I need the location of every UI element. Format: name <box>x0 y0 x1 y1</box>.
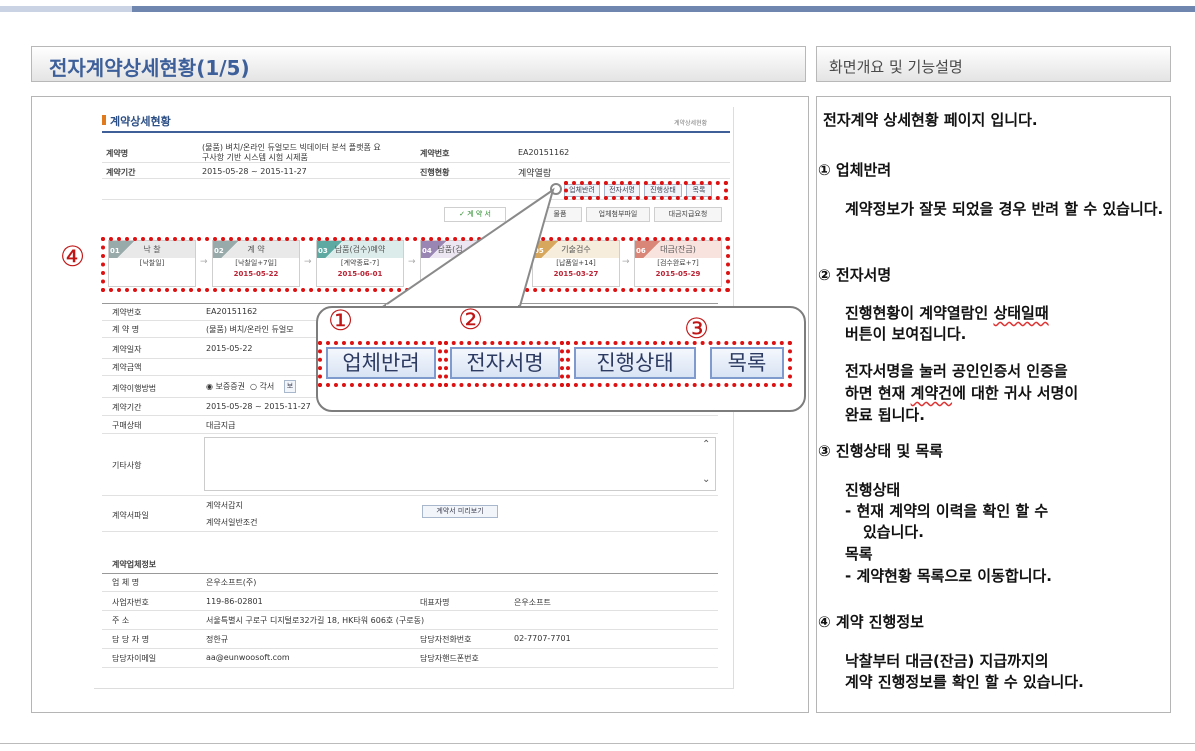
sign-button[interactable]: 전자서명 <box>450 347 560 379</box>
list-button[interactable]: 목록 <box>710 347 784 379</box>
marker-2: ② <box>458 303 484 336</box>
footer-rule <box>0 743 1195 744</box>
status-button[interactable]: 진행상태 <box>574 347 696 379</box>
marker-1: ① <box>328 304 354 337</box>
reject-button[interactable]: 업체반려 <box>326 347 436 379</box>
